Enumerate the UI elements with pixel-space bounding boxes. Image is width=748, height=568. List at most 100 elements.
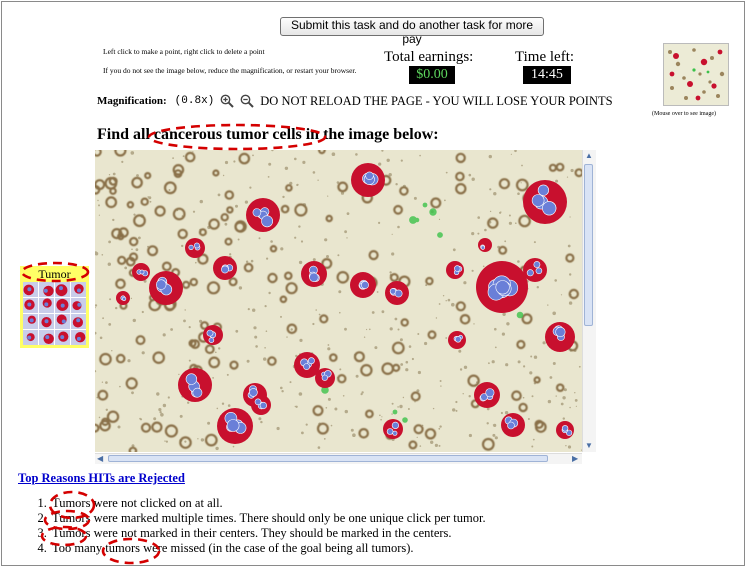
tumor-nucleus <box>531 194 545 207</box>
tumor-example-panel: Tumor <box>20 266 89 348</box>
tissue-speck <box>226 373 229 376</box>
tissue-speck <box>344 327 347 331</box>
tumor-nucleus <box>361 281 369 289</box>
tissue-speck <box>232 445 235 448</box>
reason-item: Tumors were not marked in their centers.… <box>50 526 486 541</box>
tissue-speck <box>265 330 268 332</box>
tissue-speck <box>477 216 481 219</box>
tissue-speck <box>402 396 405 399</box>
tissue-speck <box>298 260 303 265</box>
tissue-speck <box>266 257 269 260</box>
tissue-speck <box>295 405 298 408</box>
tissue-speck <box>389 271 392 274</box>
tissue-speck <box>502 312 506 316</box>
tissue-speck <box>405 360 409 364</box>
tumor-nucleus <box>555 326 566 338</box>
tumor-example-grid <box>23 282 86 345</box>
tumor-example-cell <box>39 330 54 345</box>
tissue-speck <box>325 407 328 409</box>
zoom-out-icon[interactable] <box>240 94 254 108</box>
green-stain <box>516 311 524 319</box>
tissue-speck <box>200 438 205 442</box>
tissue-speck <box>290 328 293 331</box>
tissue-speck <box>531 395 534 398</box>
tissue-speck <box>391 233 393 235</box>
tissue-image[interactable] <box>90 144 584 456</box>
tissue-speck <box>471 269 474 272</box>
tissue-speck <box>340 191 345 195</box>
tumor-example-cell <box>55 282 70 297</box>
image-thumbnail[interactable] <box>663 43 729 106</box>
tissue-speck <box>504 240 507 243</box>
horizontal-scroll-thumb[interactable] <box>108 455 548 462</box>
tumor-nucleus <box>526 269 534 277</box>
scroll-right-icon[interactable]: ▶ <box>572 454 578 464</box>
tumor-example-cell <box>23 330 38 345</box>
tissue-speck <box>400 159 403 162</box>
tumor-example-cell <box>71 282 86 297</box>
tumor-example-cell <box>71 298 86 313</box>
submit-task-button[interactable]: Submit this task and do another task for… <box>280 17 544 46</box>
tumor-cluster <box>523 180 567 224</box>
tissue-speck <box>131 391 134 395</box>
tissue-image-viewer[interactable] <box>90 144 595 463</box>
tissue-speck <box>117 425 121 429</box>
tissue-speck <box>486 422 489 425</box>
tumor-cluster <box>301 261 327 287</box>
tissue-speck <box>530 355 533 358</box>
tissue-speck <box>569 293 572 296</box>
tumor-cluster <box>246 198 280 232</box>
tissue-speck <box>296 183 299 186</box>
tumor-nucleus <box>194 242 200 249</box>
tissue-speck <box>438 444 441 447</box>
tissue-speck <box>312 258 316 262</box>
tumor-nucleus <box>259 401 267 410</box>
tissue-speck <box>499 211 502 214</box>
tissue-speck <box>468 173 472 177</box>
tumor-nucleus <box>537 184 550 196</box>
tissue-speck <box>504 411 509 415</box>
tissue-speck <box>334 407 338 411</box>
tumor-nucleus <box>507 421 515 430</box>
tissue-speck <box>339 311 341 314</box>
tissue-speck <box>438 427 441 430</box>
tissue-speck <box>432 407 435 410</box>
tissue-speck <box>267 176 270 178</box>
tissue-speck <box>178 373 180 376</box>
tissue-speck <box>187 401 190 404</box>
tumor-example-cell <box>71 314 86 329</box>
tissue-speck <box>439 425 442 428</box>
tissue-speck <box>184 309 186 311</box>
tissue-speck <box>109 298 112 301</box>
tissue-speck <box>108 240 111 244</box>
tissue-speck <box>286 336 288 338</box>
tissue-speck <box>381 310 385 314</box>
tissue-speck <box>402 184 406 188</box>
tumor-cluster <box>149 271 183 305</box>
rejection-reasons-link[interactable]: Top Reasons HITs are Rejected <box>18 471 185 486</box>
vertical-scroll-thumb[interactable] <box>584 164 593 326</box>
tissue-speck <box>317 446 321 449</box>
tissue-speck <box>199 228 202 231</box>
tissue-speck <box>468 395 471 398</box>
tissue-speck <box>327 195 329 197</box>
scroll-left-icon[interactable]: ◀ <box>97 454 103 464</box>
tissue-speck <box>318 313 321 316</box>
tumor-nucleus <box>394 289 403 298</box>
tissue-speck <box>235 329 239 333</box>
tumor-nucleus <box>226 419 240 432</box>
zoom-in-icon[interactable] <box>220 94 234 108</box>
tissue-speck <box>253 326 257 330</box>
instructions-browser: If you do not see the image below, reduc… <box>103 66 357 75</box>
tissue-speck <box>533 241 536 244</box>
tissue-speck <box>249 186 252 189</box>
scroll-down-icon[interactable]: ▼ <box>585 441 593 451</box>
tumor-nucleus <box>535 267 543 275</box>
tissue-speck <box>416 389 420 393</box>
tissue-speck <box>569 349 572 352</box>
scroll-up-icon[interactable]: ▲ <box>585 151 593 161</box>
tissue-speck <box>98 214 100 216</box>
tissue-speck <box>492 424 494 426</box>
tissue-speck <box>336 181 340 184</box>
tissue-speck <box>569 273 572 276</box>
